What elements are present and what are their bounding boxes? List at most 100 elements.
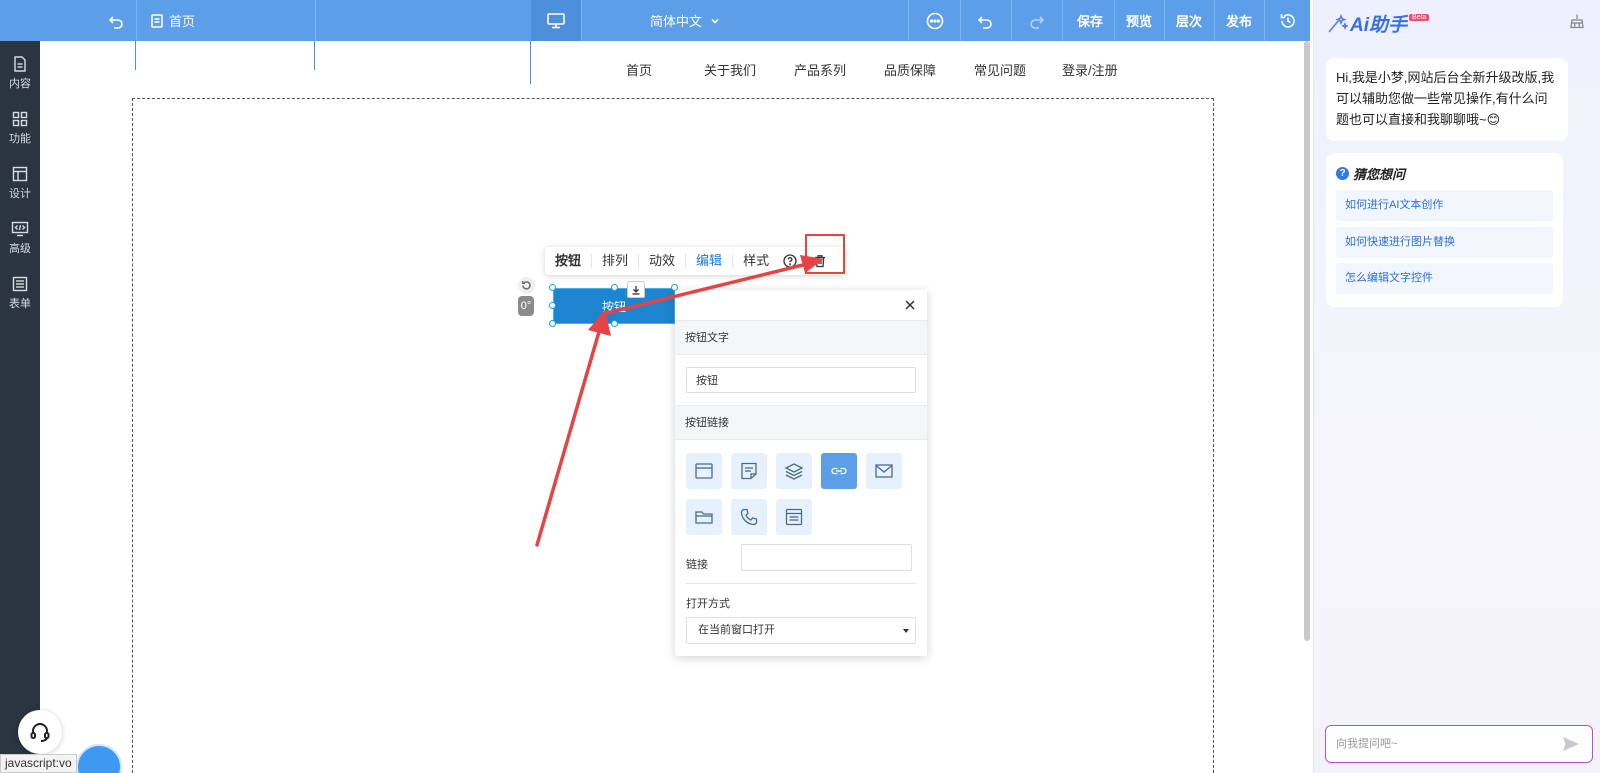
desktop-view-button[interactable] xyxy=(531,0,581,41)
open-mode-select[interactable]: 在当前窗口打开 xyxy=(686,617,916,644)
button-text-section: 按钮文字 xyxy=(675,320,927,355)
suggestion-item[interactable]: 怎么编辑文字控件 xyxy=(1336,263,1553,294)
site-nav-item[interactable]: 常见问题 xyxy=(974,60,1026,79)
editor-app: 首页 简体中文 保存 预览 层次 发布 内容 功能 设计 高级 表单 首页 关于… xyxy=(0,0,1600,773)
redo-button[interactable] xyxy=(1020,0,1054,41)
toolbar-style[interactable]: 样式 xyxy=(733,254,779,268)
sidebar-item-design[interactable]: 设计 xyxy=(0,157,40,209)
link-type-file[interactable] xyxy=(686,499,722,535)
ai-chat-input[interactable] xyxy=(1326,726,1546,762)
window-icon xyxy=(695,463,713,479)
ai-clear-button[interactable] xyxy=(1569,13,1585,32)
history-button[interactable] xyxy=(1270,0,1306,41)
suggestion-item[interactable]: 如何进行AI文本创作 xyxy=(1336,190,1553,221)
ai-title: Ai助手 xyxy=(1350,15,1408,36)
ai-suggestions-card: ? 猜您想问 如何进行AI文本创作 如何快速进行图片替换 怎么编辑文字控件 xyxy=(1326,153,1563,307)
ai-logo: Ai助手 Beta xyxy=(1326,10,1430,37)
caret-down-icon xyxy=(903,629,909,633)
sidebar-item-content[interactable]: 内容 xyxy=(0,47,40,99)
guide-line xyxy=(530,41,531,84)
more-dots-icon xyxy=(926,12,944,29)
annotation-highlight-box xyxy=(805,234,845,274)
link-type-list[interactable] xyxy=(776,499,812,535)
monitor-icon xyxy=(547,12,565,28)
layers-button[interactable]: 层次 xyxy=(1165,0,1213,41)
close-icon xyxy=(905,300,915,310)
site-nav-item[interactable]: 首页 xyxy=(626,60,652,79)
link-type-phone[interactable] xyxy=(731,499,767,535)
beta-badge: Beta xyxy=(1409,14,1430,21)
suggestion-item[interactable]: 如何快速进行图片替换 xyxy=(1336,227,1553,258)
resize-handle[interactable] xyxy=(549,320,556,327)
toolbar-edit[interactable]: 编辑 xyxy=(686,254,734,268)
link-type-url[interactable] xyxy=(821,453,857,489)
sidebar-item-label: 内容 xyxy=(9,77,31,90)
link-input[interactable] xyxy=(741,544,912,571)
resize-handle[interactable] xyxy=(611,284,618,291)
sidebar-item-forms[interactable]: 表单 xyxy=(0,267,40,319)
rotate-handle[interactable] xyxy=(518,277,535,294)
suggestions-title-text: 猜您想问 xyxy=(1353,167,1406,182)
element-toolbar: 按钮 排列 动效 编辑 样式 xyxy=(545,247,845,275)
link-label: 链接 xyxy=(686,559,708,571)
panel-close-button[interactable] xyxy=(901,296,919,314)
send-icon xyxy=(1563,737,1579,751)
mail-icon xyxy=(875,464,893,478)
site-nav-item[interactable]: 登录/注册 xyxy=(1062,60,1118,79)
canvas-scrollbar[interactable] xyxy=(1304,41,1310,641)
link-type-email[interactable] xyxy=(866,453,902,489)
suggestions-title: ? 猜您想问 xyxy=(1336,164,1405,183)
save-button[interactable]: 保存 xyxy=(1066,0,1114,41)
grid-icon xyxy=(12,111,28,126)
toolbar-animation[interactable]: 动效 xyxy=(639,254,687,268)
redo-icon xyxy=(1030,15,1045,29)
button-text-input[interactable] xyxy=(686,367,916,393)
history-icon xyxy=(1280,13,1295,28)
sidebar-item-functions[interactable]: 功能 xyxy=(0,102,40,154)
preview-button[interactable]: 预览 xyxy=(1115,0,1163,41)
top-toolbar: 首页 简体中文 保存 预览 层次 发布 xyxy=(0,0,1310,41)
publish-button[interactable]: 发布 xyxy=(1215,0,1263,41)
selected-button-element[interactable]: 按钮 xyxy=(553,288,675,324)
resize-handle[interactable] xyxy=(549,284,556,291)
link-icon xyxy=(831,467,847,475)
send-button[interactable] xyxy=(1562,736,1580,755)
sidebar-item-label: 功能 xyxy=(9,132,31,145)
language-dropdown[interactable]: 简体中文 xyxy=(640,0,730,41)
page-icon xyxy=(151,13,163,28)
site-nav-item[interactable]: 关于我们 xyxy=(704,60,756,79)
download-icon xyxy=(632,285,640,295)
download-button[interactable] xyxy=(627,281,645,298)
guide-line xyxy=(135,41,136,70)
rotation-degree: 0° xyxy=(518,296,534,316)
ai-greeting-message: Hi,我是小梦,网站后台全新升级改版,我可以辅助您做一些常见操作,有什么问题也可… xyxy=(1326,58,1568,141)
customer-support-button[interactable] xyxy=(18,710,62,754)
page-selector[interactable]: 首页 xyxy=(150,0,210,41)
link-type-window[interactable] xyxy=(686,453,722,489)
guide-line xyxy=(314,41,315,70)
code-monitor-icon xyxy=(11,221,29,236)
site-nav-item[interactable]: 品质保障 xyxy=(884,60,936,79)
button-property-panel: 按钮文字 按钮链接 链接 打开方式 在当前窗口打 xyxy=(675,290,927,656)
help-circle-icon xyxy=(783,254,797,268)
ai-assistant-panel: Ai助手 Beta Hi,我是小梦,网站后台全新升级改版,我可以辅助您做一些常见… xyxy=(1313,0,1600,773)
panel-divider xyxy=(686,583,916,584)
resize-handle[interactable] xyxy=(549,302,556,309)
resize-handle[interactable] xyxy=(611,320,618,327)
toolbar-arrange[interactable]: 排列 xyxy=(592,254,640,268)
link-type-article[interactable] xyxy=(731,453,767,489)
undo-button[interactable] xyxy=(968,0,1002,41)
back-button[interactable] xyxy=(98,0,134,41)
more-button[interactable] xyxy=(918,0,952,41)
layers-icon xyxy=(784,463,804,480)
help-button[interactable] xyxy=(779,250,801,272)
sidebar-item-label: 高级 xyxy=(9,242,31,255)
sidebar-item-advanced[interactable]: 高级 xyxy=(0,212,40,264)
button-link-section: 按钮链接 xyxy=(675,405,927,440)
undo-icon xyxy=(977,15,992,29)
toolbar-button-type[interactable]: 按钮 xyxy=(545,254,593,268)
link-type-layers[interactable] xyxy=(776,453,812,489)
content-section[interactable] xyxy=(132,98,1214,773)
chevron-down-icon xyxy=(711,18,719,24)
site-nav-item[interactable]: 产品系列 xyxy=(794,60,846,79)
